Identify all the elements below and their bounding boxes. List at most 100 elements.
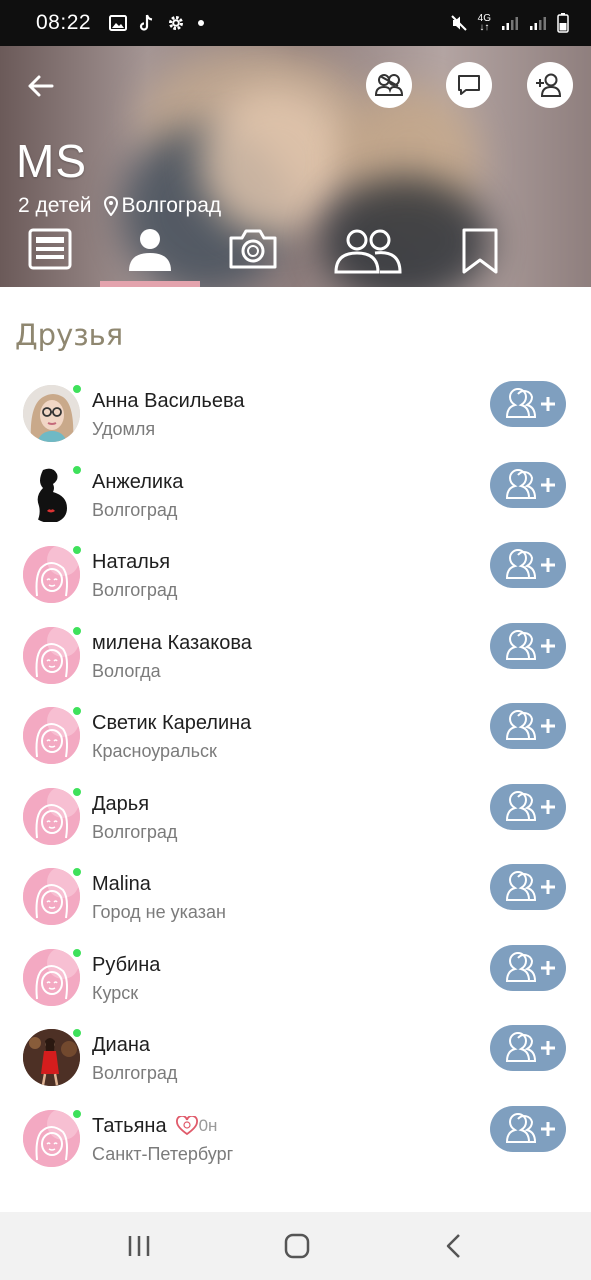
add-friend-group-icon (505, 1032, 555, 1062)
home-icon[interactable] (283, 1232, 311, 1260)
add-friend-icon (536, 73, 562, 97)
friend-city: Красноуральск (92, 741, 217, 761)
add-friend-button[interactable] (490, 1025, 566, 1071)
group-icon (334, 229, 402, 274)
pregnancy-badge: 0н (175, 1116, 217, 1136)
default-avatar-icon (23, 1109, 80, 1167)
gallery-icon (109, 15, 128, 31)
back-button[interactable] (18, 66, 62, 106)
friend-name[interactable]: Malina (92, 873, 151, 896)
friend-row[interactable]: Наталья Волгоград (0, 533, 591, 614)
dot-icon (198, 20, 205, 26)
friend-name[interactable]: Наталья (92, 551, 170, 574)
mute-icon (450, 15, 467, 31)
friend-name[interactable]: Татьяна 0н (92, 1115, 217, 1138)
arrow-left-icon (28, 75, 54, 97)
avatar[interactable] (23, 868, 80, 925)
friend-city: Волгоград (92, 1063, 178, 1083)
add-friend-group-icon (505, 468, 555, 499)
section-title: Друзья (15, 318, 124, 352)
friend-row[interactable]: Анжелика Волгоград (0, 453, 591, 534)
couple-icon (374, 74, 404, 96)
location-pin-icon (103, 196, 118, 216)
friend-name[interactable]: Диана (92, 1034, 150, 1057)
tab-bookmarks[interactable] (430, 226, 530, 284)
default-avatar-icon (23, 707, 80, 764)
add-friend-button[interactable] (490, 381, 566, 427)
friend-row[interactable]: милена Казакова Вологда (0, 614, 591, 695)
friend-row[interactable]: Дарья Волгоград (0, 775, 591, 856)
add-friend-button[interactable] (490, 783, 566, 830)
friend-city: Волгоград (92, 580, 178, 600)
add-friend-button[interactable] (490, 461, 566, 508)
tab-profile[interactable] (100, 226, 200, 284)
tab-friends[interactable] (318, 226, 418, 284)
friends-list: Анна Васильева Удомля Анжелика Волгоград… (0, 372, 591, 1177)
status-time: 08:22 (36, 11, 92, 34)
default-avatar-icon (23, 868, 80, 925)
default-avatar-icon (23, 948, 80, 1006)
add-friend-button[interactable] (527, 62, 573, 108)
avatar[interactable] (23, 1109, 80, 1167)
avatar[interactable] (23, 948, 80, 1006)
avatar-photo-red-dress (23, 1029, 80, 1086)
friend-row[interactable]: Malina Город не указан (0, 855, 591, 936)
friend-row[interactable]: Татьяна 0н Санкт-Петербург (0, 1097, 591, 1178)
tab-photos[interactable] (203, 226, 303, 284)
friend-row[interactable]: Светик Карелина Красноуральск (0, 694, 591, 775)
avatar[interactable] (23, 707, 80, 764)
signal-icon (502, 17, 518, 30)
profile-name: MS (16, 135, 87, 187)
friend-city: Санкт-Петербург (92, 1143, 234, 1164)
avatar[interactable] (23, 546, 80, 603)
add-friend-button[interactable] (490, 864, 566, 910)
signal-icon-2 (530, 17, 546, 30)
online-indicator (72, 464, 82, 475)
friend-city: Удомля (92, 419, 156, 439)
online-indicator (72, 384, 82, 394)
heart-baby-icon (175, 1116, 198, 1136)
add-friend-group-icon (505, 1112, 555, 1143)
default-avatar-icon (23, 546, 80, 603)
settings-icon (169, 16, 184, 30)
add-friend-button[interactable] (490, 944, 566, 991)
message-icon (458, 75, 480, 95)
friend-name[interactable]: Анна Васильева (92, 390, 244, 413)
friend-city: Волгоград (92, 499, 178, 520)
friend-name[interactable]: Анжелика (92, 471, 183, 494)
add-friend-button[interactable] (490, 542, 566, 588)
profile-meta: 2 детей Волгоград (18, 194, 221, 218)
online-indicator (72, 947, 82, 958)
friend-name[interactable]: Светик Карелина (92, 712, 251, 735)
profile-city: Волгоград (121, 194, 222, 217)
add-friend-group-icon (505, 388, 555, 418)
message-button[interactable] (446, 62, 492, 108)
friend-row[interactable]: Рубина Курск (0, 936, 591, 1017)
online-indicator (72, 545, 82, 555)
friend-name[interactable]: Рубина (92, 954, 160, 977)
tab-feed[interactable] (0, 226, 100, 284)
friend-city: Курск (92, 982, 139, 1003)
add-friend-button[interactable] (490, 622, 566, 669)
friend-name[interactable]: милена Казакова (92, 632, 252, 655)
user-icon (129, 229, 171, 271)
back-icon[interactable] (443, 1232, 465, 1260)
avatar[interactable] (23, 465, 80, 523)
avatar[interactable] (23, 787, 80, 845)
add-friend-button[interactable] (490, 1105, 566, 1152)
friend-name[interactable]: Дарья (92, 793, 149, 816)
friend-city: Вологда (92, 660, 161, 681)
friend-row[interactable]: Анна Васильева Удомля (0, 372, 591, 453)
tiktok-icon (140, 14, 153, 31)
recents-icon[interactable] (126, 1234, 152, 1258)
friend-row[interactable]: Диана Волгоград (0, 1016, 591, 1097)
avatar[interactable] (23, 626, 80, 684)
couple-button[interactable] (366, 62, 412, 108)
add-friend-button[interactable] (490, 703, 566, 749)
add-friend-group-icon (505, 951, 555, 982)
avatar[interactable] (23, 385, 80, 442)
avatar[interactable] (23, 1029, 80, 1086)
battery-icon (557, 13, 569, 33)
add-friend-group-icon (505, 871, 555, 901)
online-indicator (72, 1028, 82, 1038)
